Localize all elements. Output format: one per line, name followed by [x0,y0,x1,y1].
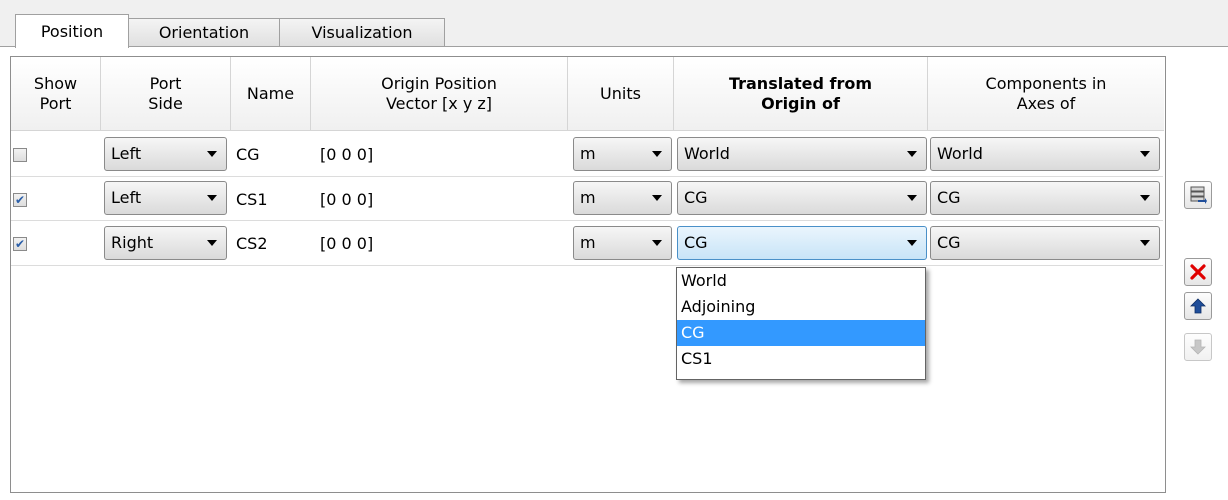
port-side-select[interactable]: Left [104,137,227,171]
port-side-value: Left [111,188,142,207]
tab-visualization[interactable]: Visualization [279,18,445,46]
units-select[interactable]: m [573,181,672,215]
origin-vector[interactable]: [0 0 0] [320,190,373,210]
units-value: m [580,233,596,252]
chevron-down-icon [652,240,662,246]
delete-row-button[interactable] [1184,258,1212,286]
header-components-in: Components in Axes of [928,57,1164,131]
show-port-checkbox[interactable]: ✔ [13,193,27,207]
port-name[interactable]: CS1 [236,190,268,210]
translated-from-dropdown-list: World Adjoining CG CS1 [676,267,926,380]
port-name[interactable]: CS2 [236,234,268,254]
port-side-value: Right [111,233,154,252]
header-origin-position: Origin Position Vector [x y z] [311,57,568,131]
port-name[interactable]: CG [236,145,260,165]
chevron-down-icon [207,195,217,201]
chevron-down-icon [652,151,662,157]
chevron-down-icon [1140,151,1150,157]
add-row-icon [1190,186,1207,204]
show-port-checkbox[interactable]: ✔ [13,237,27,251]
move-down-button[interactable] [1184,333,1212,361]
translated-from-select-open[interactable]: CG [677,226,927,260]
origin-vector[interactable]: [0 0 0] [320,145,373,165]
delete-x-icon [1190,264,1206,280]
translated-from-select[interactable]: World [677,137,927,171]
origin-vector[interactable]: [0 0 0] [320,234,373,254]
chevron-down-icon [207,151,217,157]
components-in-value: World [937,144,983,163]
translated-from-value: World [684,144,730,163]
chevron-down-icon [907,151,917,157]
units-value: m [580,188,596,207]
dropdown-option-cg[interactable]: CG [677,320,925,346]
chevron-down-icon [907,240,917,246]
chevron-down-icon [652,195,662,201]
components-in-select[interactable]: CG [930,226,1160,260]
dropdown-option-cs1[interactable]: CS1 [677,346,925,372]
chevron-down-icon [207,240,217,246]
units-select[interactable]: m [573,226,672,260]
translated-from-select[interactable]: CG [677,181,927,215]
components-in-select[interactable]: CG [930,181,1160,215]
tab-orientation[interactable]: Orientation [128,18,280,46]
top-strip [0,0,1228,14]
tab-position[interactable]: Position [15,14,129,48]
units-value: m [580,144,596,163]
header-units: Units [568,57,674,131]
arrow-down-icon [1190,339,1206,355]
chevron-down-icon [1140,195,1150,201]
add-row-button[interactable] [1184,181,1212,209]
port-side-select[interactable]: Right [104,226,227,260]
units-select[interactable]: m [573,137,672,171]
translated-from-value: CG [684,188,708,207]
components-in-select[interactable]: World [930,137,1160,171]
dropdown-option-adjoining[interactable]: Adjoining [677,294,925,320]
translated-from-value: CG [684,233,708,252]
show-port-checkbox[interactable] [13,148,27,162]
port-side-select[interactable]: Left [104,181,227,215]
header-name: Name [231,57,311,131]
arrow-up-icon [1190,298,1206,314]
chevron-down-icon [907,195,917,201]
port-side-value: Left [111,144,142,163]
components-in-value: CG [937,233,961,252]
header-translated-from: Translated from Origin of [674,57,928,131]
components-in-value: CG [937,188,961,207]
header-show-port: Show Port [11,57,101,131]
chevron-down-icon [1140,240,1150,246]
dropdown-option-world[interactable]: World [677,268,925,294]
move-up-button[interactable] [1184,292,1212,320]
header-port-side: Port Side [101,57,231,131]
